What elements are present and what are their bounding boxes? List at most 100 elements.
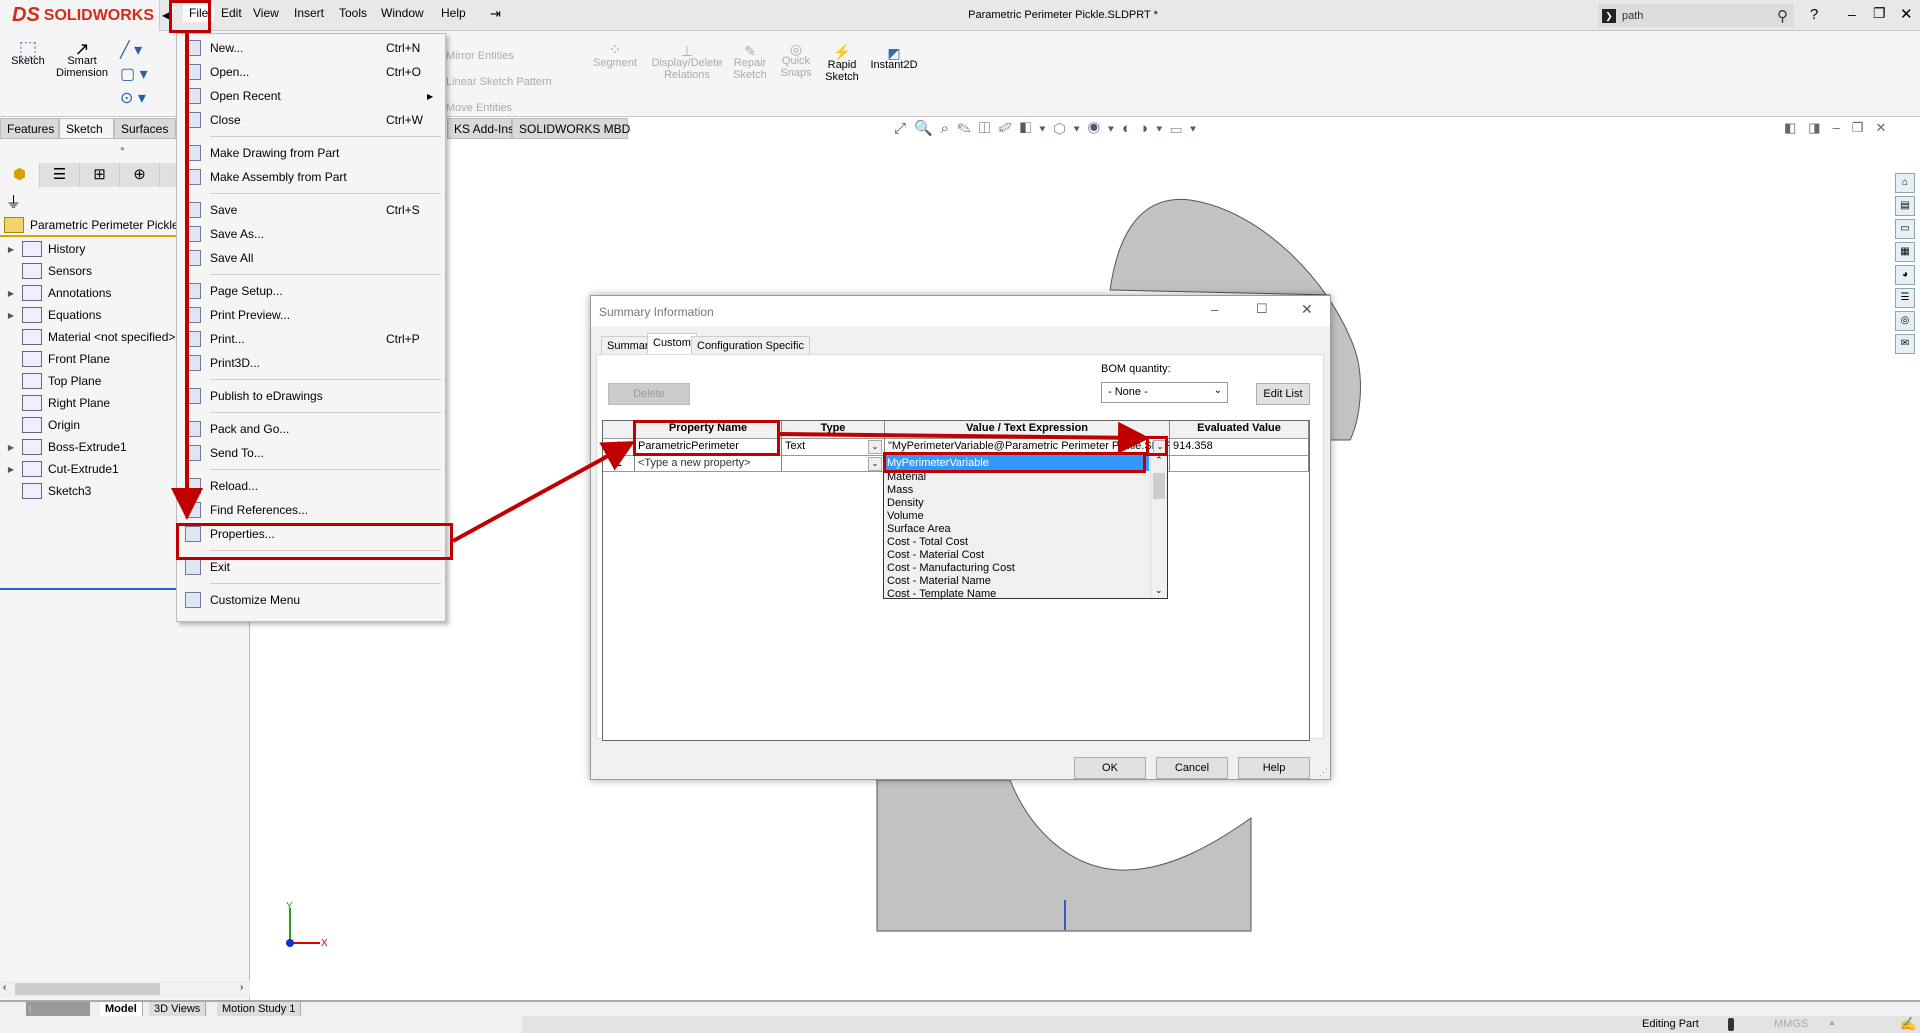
menu-item-icon: [185, 112, 201, 128]
dropdown-option[interactable]: Cost - Manufacturing Cost: [884, 562, 1149, 575]
triad-x-label: X: [321, 938, 328, 949]
scroll-up-icon[interactable]: ⌃: [1151, 455, 1167, 466]
dialog-title: Summary Information: [591, 296, 1330, 326]
file-menu-item[interactable]: Make Assembly from Part: [177, 165, 445, 189]
forum-icon[interactable]: ◎: [1895, 311, 1915, 331]
menu-item-icon: [185, 283, 201, 299]
file-menu-item[interactable]: Print... Ctrl+P: [177, 327, 445, 351]
triad-y-label: Y: [286, 901, 293, 912]
menu-item-icon: [185, 226, 201, 242]
menu-item-icon: [185, 592, 201, 608]
tab-3d-views[interactable]: 3D Views: [149, 1002, 207, 1016]
file-menu-item[interactable]: Save As...: [177, 222, 445, 246]
units-selector[interactable]: MMGS: [1774, 1018, 1808, 1030]
file-menu-item[interactable]: Print3D...: [177, 351, 445, 375]
menu-item-icon: [185, 331, 201, 347]
design-library-icon[interactable]: ▭: [1895, 219, 1915, 239]
rebuild-indicator-icon: [1728, 1018, 1734, 1031]
file-menu-item[interactable]: New... Ctrl+N: [177, 36, 445, 60]
file-explorer-icon[interactable]: ▦: [1895, 242, 1915, 262]
dropdown-option[interactable]: Cost - Total Cost: [884, 536, 1149, 549]
tab-model[interactable]: Model: [100, 1002, 143, 1016]
file-menu-item[interactable]: Reload...: [177, 474, 445, 498]
dropdown-option[interactable]: Cost - Template Name: [884, 588, 1149, 601]
menu-separator: [177, 270, 445, 279]
delete-button[interactable]: Delete: [608, 383, 690, 405]
menu-item-icon: [185, 145, 201, 161]
file-menu-item[interactable]: Open... Ctrl+O: [177, 60, 445, 84]
units-caret-icon[interactable]: ▲: [1828, 1018, 1836, 1027]
menu-separator: [177, 408, 445, 417]
annotation-box-properties: [176, 523, 453, 560]
file-menu-item[interactable]: Find References...: [177, 498, 445, 522]
evaluated-value: 914.358: [1170, 439, 1309, 456]
tooltip-icon[interactable]: ✍: [1900, 1016, 1916, 1032]
chevron-down-icon: ⌄: [868, 457, 882, 471]
dialog-maximize-icon[interactable]: ☐: [1256, 301, 1268, 317]
dialog-close-icon[interactable]: ✕: [1301, 301, 1313, 318]
dialog-minimize-icon[interactable]: –: [1211, 302, 1218, 317]
menu-separator: [177, 579, 445, 588]
col-type: Type: [782, 421, 885, 439]
menu-item-icon: [185, 445, 201, 461]
dropdown-option[interactable]: Surface Area: [884, 523, 1149, 536]
new-property-field[interactable]: <Type a new property>: [635, 456, 782, 472]
file-menu-item[interactable]: Print Preview...: [177, 303, 445, 327]
menu-separator: [177, 189, 445, 198]
tab-custom[interactable]: Custom: [647, 333, 697, 355]
file-menu-item[interactable]: Save Ctrl+S: [177, 198, 445, 222]
menu-item-icon: [185, 421, 201, 437]
file-menu-item[interactable]: Open Recent ▶: [177, 84, 445, 108]
resize-grip-icon[interactable]: ⋰: [1319, 767, 1328, 778]
custom-properties-icon[interactable]: ☰: [1895, 288, 1915, 308]
help-button[interactable]: Help: [1238, 757, 1310, 779]
type-select[interactable]: Text ⌄: [782, 439, 885, 456]
file-menu-item[interactable]: Pack and Go...: [177, 417, 445, 441]
edit-list-button[interactable]: Edit List: [1256, 383, 1310, 405]
file-menu-item[interactable]: Save All: [177, 246, 445, 270]
dropdown-option[interactable]: Mass: [884, 484, 1149, 497]
tab-scroll-arrows[interactable]: |◀◀▶▶|: [26, 1002, 90, 1027]
status-mode: Editing Part: [1642, 1018, 1699, 1030]
tab-configuration-specific[interactable]: Configuration Specific: [691, 336, 811, 355]
resources-icon[interactable]: ▤: [1895, 196, 1915, 216]
dropdown-option[interactable]: Density: [884, 497, 1149, 510]
dropdown-option[interactable]: Cost - Material Name: [884, 575, 1149, 588]
file-menu-item[interactable]: Send To...: [177, 441, 445, 465]
ok-button[interactable]: OK: [1074, 757, 1146, 779]
task-pane-tabs: ⌂ ▤ ▭ ▦ ◕ ☰ ◎ ✉: [1893, 170, 1920, 366]
bom-quantity-select[interactable]: - None - ⌄: [1101, 382, 1228, 403]
tab-motion-study[interactable]: Motion Study 1: [217, 1002, 302, 1016]
cancel-button[interactable]: Cancel: [1156, 757, 1228, 779]
submenu-arrow-icon: ▶: [427, 91, 434, 101]
bottom-tabs-bar: |◀◀▶▶| Model 3D Views Motion Study 1: [0, 1000, 1920, 1027]
status-bar: Editing Part MMGS ▲ ✍: [0, 1016, 1920, 1033]
col-evaluated: Evaluated Value: [1170, 421, 1309, 439]
scroll-down-icon[interactable]: ⌄: [1155, 585, 1163, 596]
menu-item-icon: [185, 169, 201, 185]
menu-item-icon: [185, 559, 201, 575]
menu-item-icon: [185, 307, 201, 323]
value-dropdown-list: MyPerimeterVariable Material Mass Density Vo…: [883, 454, 1168, 601]
file-menu-item[interactable]: Publish to eDrawings: [177, 384, 445, 408]
file-menu-item[interactable]: Page Setup...: [177, 279, 445, 303]
menu-separator: [177, 465, 445, 474]
file-menu-item[interactable]: Close Ctrl+W: [177, 108, 445, 132]
file-menu-item[interactable]: Customize Menu: [177, 588, 445, 612]
home-icon[interactable]: ⌂: [1895, 173, 1915, 193]
file-menu-item[interactable]: Make Drawing from Part: [177, 141, 445, 165]
chat-icon[interactable]: ✉: [1895, 334, 1915, 354]
annotation-box-dropdown-button: [1146, 436, 1168, 456]
dropdown-option[interactable]: Volume: [884, 510, 1149, 523]
dropdown-scrollbar[interactable]: ⌃ ⌄: [1150, 455, 1167, 598]
dropdown-option[interactable]: Cost - Material Cost: [884, 549, 1149, 562]
type-select[interactable]: ⌄: [782, 456, 885, 472]
menu-separator: [177, 132, 445, 141]
appearances-icon[interactable]: ◕: [1895, 265, 1915, 285]
menu-item-icon: [185, 250, 201, 266]
annotation-box-selected-variable: [883, 452, 1146, 473]
menu-item-icon: [185, 88, 201, 104]
scrollbar-thumb[interactable]: [1153, 473, 1165, 499]
col-number: [603, 421, 635, 439]
menu-item-icon: [185, 64, 201, 80]
